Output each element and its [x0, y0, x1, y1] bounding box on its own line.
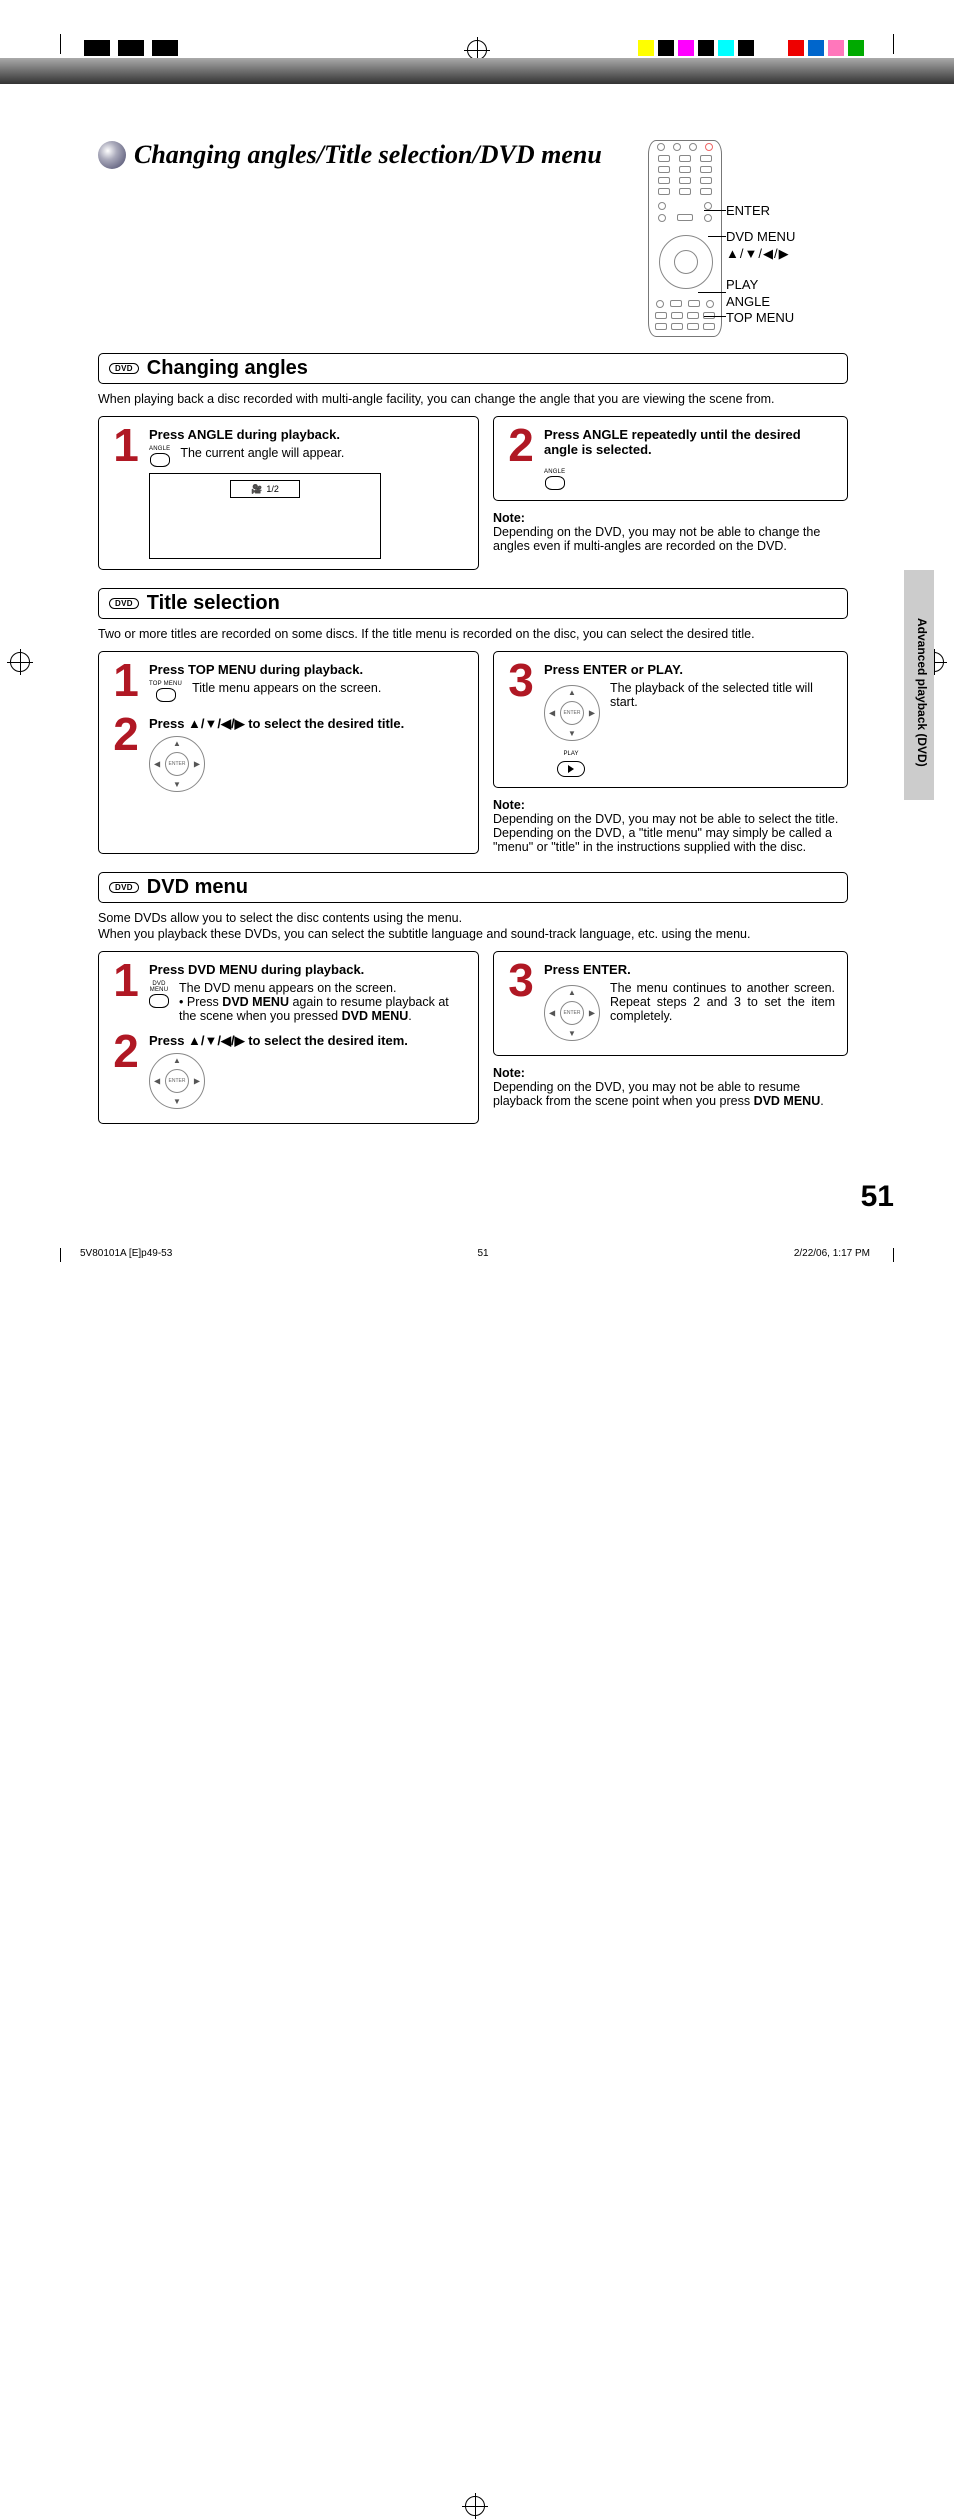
remote-diagram: ENTER DVD MENU ▲/▼/◀/▶ PLAY ANGLE TOP ME… [648, 140, 848, 335]
step-number: 2 [111, 1033, 141, 1070]
section-intro: Two or more titles are recorded on some … [98, 627, 848, 641]
step-body: Title menu appears on the screen. [192, 681, 381, 695]
step-number: 1 [111, 662, 141, 699]
step-box: 3 Press ENTER or PLAY. ▲ ▼ ◀ ▶ The p [493, 651, 848, 788]
dpad-icon: ▲ ▼ ◀ ▶ [149, 1053, 205, 1109]
dvd-badge-icon: DVD [109, 882, 139, 893]
step-number: 3 [506, 662, 536, 699]
note-label: Note: [493, 798, 848, 812]
step-box: 2 Press ANGLE repeatedly until the desir… [493, 416, 848, 501]
footer-date: 2/22/06, 1:17 PM [794, 1248, 870, 1259]
angle-button-icon: ANGLE [149, 446, 170, 467]
step-box: 3 Press ENTER. ▲ ▼ ◀ ▶ The menu cont [493, 951, 848, 1056]
step-title: Press ENTER. [544, 962, 835, 977]
footer: 5V80101A [E]p49-53 51 2/22/06, 1:17 PM [80, 1248, 870, 1259]
step-title: Press ENTER or PLAY. [544, 662, 835, 677]
remote-body-icon [648, 140, 722, 337]
registration-mark-icon [465, 2496, 485, 2516]
dvd-badge-icon: DVD [109, 363, 139, 374]
sphere-bullet-icon [98, 141, 126, 169]
section-intro: Some DVDs allow you to select the disc c… [98, 911, 848, 925]
dpad-icon: ▲ ▼ ◀ ▶ [544, 685, 600, 741]
crop-bar [0, 40, 954, 90]
step-title: Press ▲/▼/◀/▶ to select the desired item… [149, 1033, 466, 1049]
topmenu-button-icon: TOP MENU [149, 681, 182, 702]
step-box: 1 Press ANGLE during playback. ANGLE The… [98, 416, 479, 570]
page-title: Changing angles/Title selection/DVD menu [134, 140, 602, 170]
step-number: 2 [111, 716, 141, 753]
side-tab-label: Advanced playback (DVD) [915, 618, 929, 767]
remote-label-enter: ENTER [726, 203, 770, 218]
remote-label-angle: ANGLE [726, 294, 770, 309]
play-button-icon [557, 761, 585, 777]
remote-label-dvdmenu: DVD MENU [726, 229, 795, 244]
note-text: Depending on the DVD, you may not be abl… [493, 525, 848, 553]
page: Advanced playback (DVD) Changing angles/… [0, 0, 954, 1351]
note-label: Note: [493, 1066, 848, 1080]
step-number: 3 [506, 962, 536, 999]
step-body: The DVD menu appears on the screen. • Pr… [179, 981, 466, 1023]
footer-page: 51 [478, 1248, 489, 1259]
section-header-angles: DVD Changing angles [98, 353, 848, 384]
dpad-icon: ▲ ▼ ◀ ▶ [544, 985, 600, 1041]
step-box: 1 Press TOP MENU during playback. TOP ME… [98, 651, 479, 854]
registration-mark-icon [467, 40, 487, 60]
dvdmenu-button-icon: DVD MENU [149, 981, 169, 1008]
page-number: 51 [861, 1180, 894, 1214]
step-body: The menu continues to another screen. Re… [610, 981, 835, 1023]
step-body: The current angle will appear. [180, 446, 344, 460]
content-area: Changing angles/Title selection/DVD menu [98, 140, 848, 1124]
section-intro: When playing back a disc recorded with m… [98, 392, 848, 406]
camera-icon: 🎥 [251, 484, 262, 495]
section-title: Title selection [147, 592, 280, 615]
section-title: Changing angles [147, 357, 308, 380]
section-intro: When you playback these DVDs, you can se… [98, 927, 848, 941]
note-text: Depending on the DVD, you may not be abl… [493, 1080, 848, 1108]
step-title: Press TOP MENU during playback. [149, 662, 466, 677]
remote-label-arrows: ▲/▼/◀/▶ [726, 246, 790, 262]
angle-button-icon: ANGLE [544, 469, 565, 490]
section-header-dvd-menu: DVD DVD menu [98, 872, 848, 903]
step-title: Press DVD MENU during playback. [149, 962, 466, 977]
section-title: DVD menu [147, 876, 248, 899]
step-number: 1 [111, 427, 141, 464]
section-header-title-selection: DVD Title selection [98, 588, 848, 619]
remote-label-topmenu: TOP MENU [726, 310, 794, 325]
step-title: Press ANGLE repeatedly until the desired… [544, 427, 835, 457]
page-title-wrap: Changing angles/Title selection/DVD menu [98, 140, 602, 170]
registration-mark-icon [10, 652, 30, 672]
step-number: 1 [111, 962, 141, 999]
osd-text: 1/2 [266, 484, 279, 494]
dpad-icon: ▲ ▼ ◀ ▶ [149, 736, 205, 792]
osd-preview: 🎥 1/2 [149, 473, 381, 559]
step-body: The playback of the selected title will … [610, 681, 835, 709]
play-label: PLAY [564, 751, 579, 757]
remote-label-play: PLAY [726, 277, 758, 292]
dvd-badge-icon: DVD [109, 598, 139, 609]
footer-doc: 5V80101A [E]p49-53 [80, 1248, 172, 1259]
note-text: Depending on the DVD, you may not be abl… [493, 812, 848, 854]
step-number: 2 [506, 427, 536, 464]
step-title: Press ANGLE during playback. [149, 427, 466, 442]
step-box: 1 Press DVD MENU during playback. DVD ME… [98, 951, 479, 1124]
note-label: Note: [493, 511, 848, 525]
step-title: Press ▲/▼/◀/▶ to select the desired titl… [149, 716, 466, 732]
